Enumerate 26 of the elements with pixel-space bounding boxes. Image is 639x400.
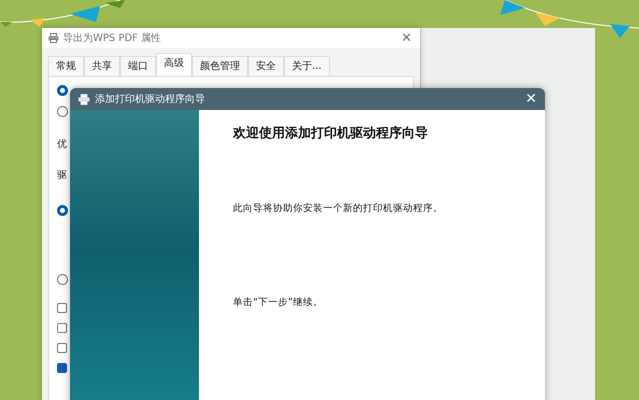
printer-icon xyxy=(78,94,90,104)
checkbox[interactable] xyxy=(57,343,67,353)
printer-icon xyxy=(48,33,59,43)
checkbox[interactable] xyxy=(57,323,67,333)
tab[interactable]: 安全 xyxy=(248,56,284,76)
tab[interactable]: 常规 xyxy=(48,56,84,76)
checkbox[interactable] xyxy=(57,303,67,313)
tab[interactable]: 高级 xyxy=(156,53,192,76)
close-button[interactable]: ✕ xyxy=(401,32,412,44)
radio-button[interactable] xyxy=(57,274,68,285)
radio-button[interactable] xyxy=(57,205,68,216)
tab[interactable]: 共享 xyxy=(84,56,120,76)
close-button[interactable]: ✕ xyxy=(525,92,537,106)
radio-button[interactable] xyxy=(57,85,68,96)
window-title: 导出为WPS PDF 属性 xyxy=(63,32,162,46)
wizard-heading: 欢迎使用添加打印机驱动程序向导 xyxy=(233,124,429,143)
window-title: 添加打印机驱动程序向导 xyxy=(95,92,205,106)
tab[interactable]: 端口 xyxy=(120,56,156,76)
option-label: 优 xyxy=(57,138,68,152)
wizard-text: 单击“下一步”继续。 xyxy=(233,296,324,310)
tab[interactable]: 颜色管理 xyxy=(192,56,248,76)
wizard-text: 此向导将协助你安装一个新的打印机驱动程序。 xyxy=(233,202,443,216)
tab[interactable]: 关于... xyxy=(284,56,330,76)
radio-button[interactable] xyxy=(57,106,68,117)
option-label: 驱 xyxy=(57,169,68,183)
checkbox[interactable] xyxy=(57,363,67,373)
